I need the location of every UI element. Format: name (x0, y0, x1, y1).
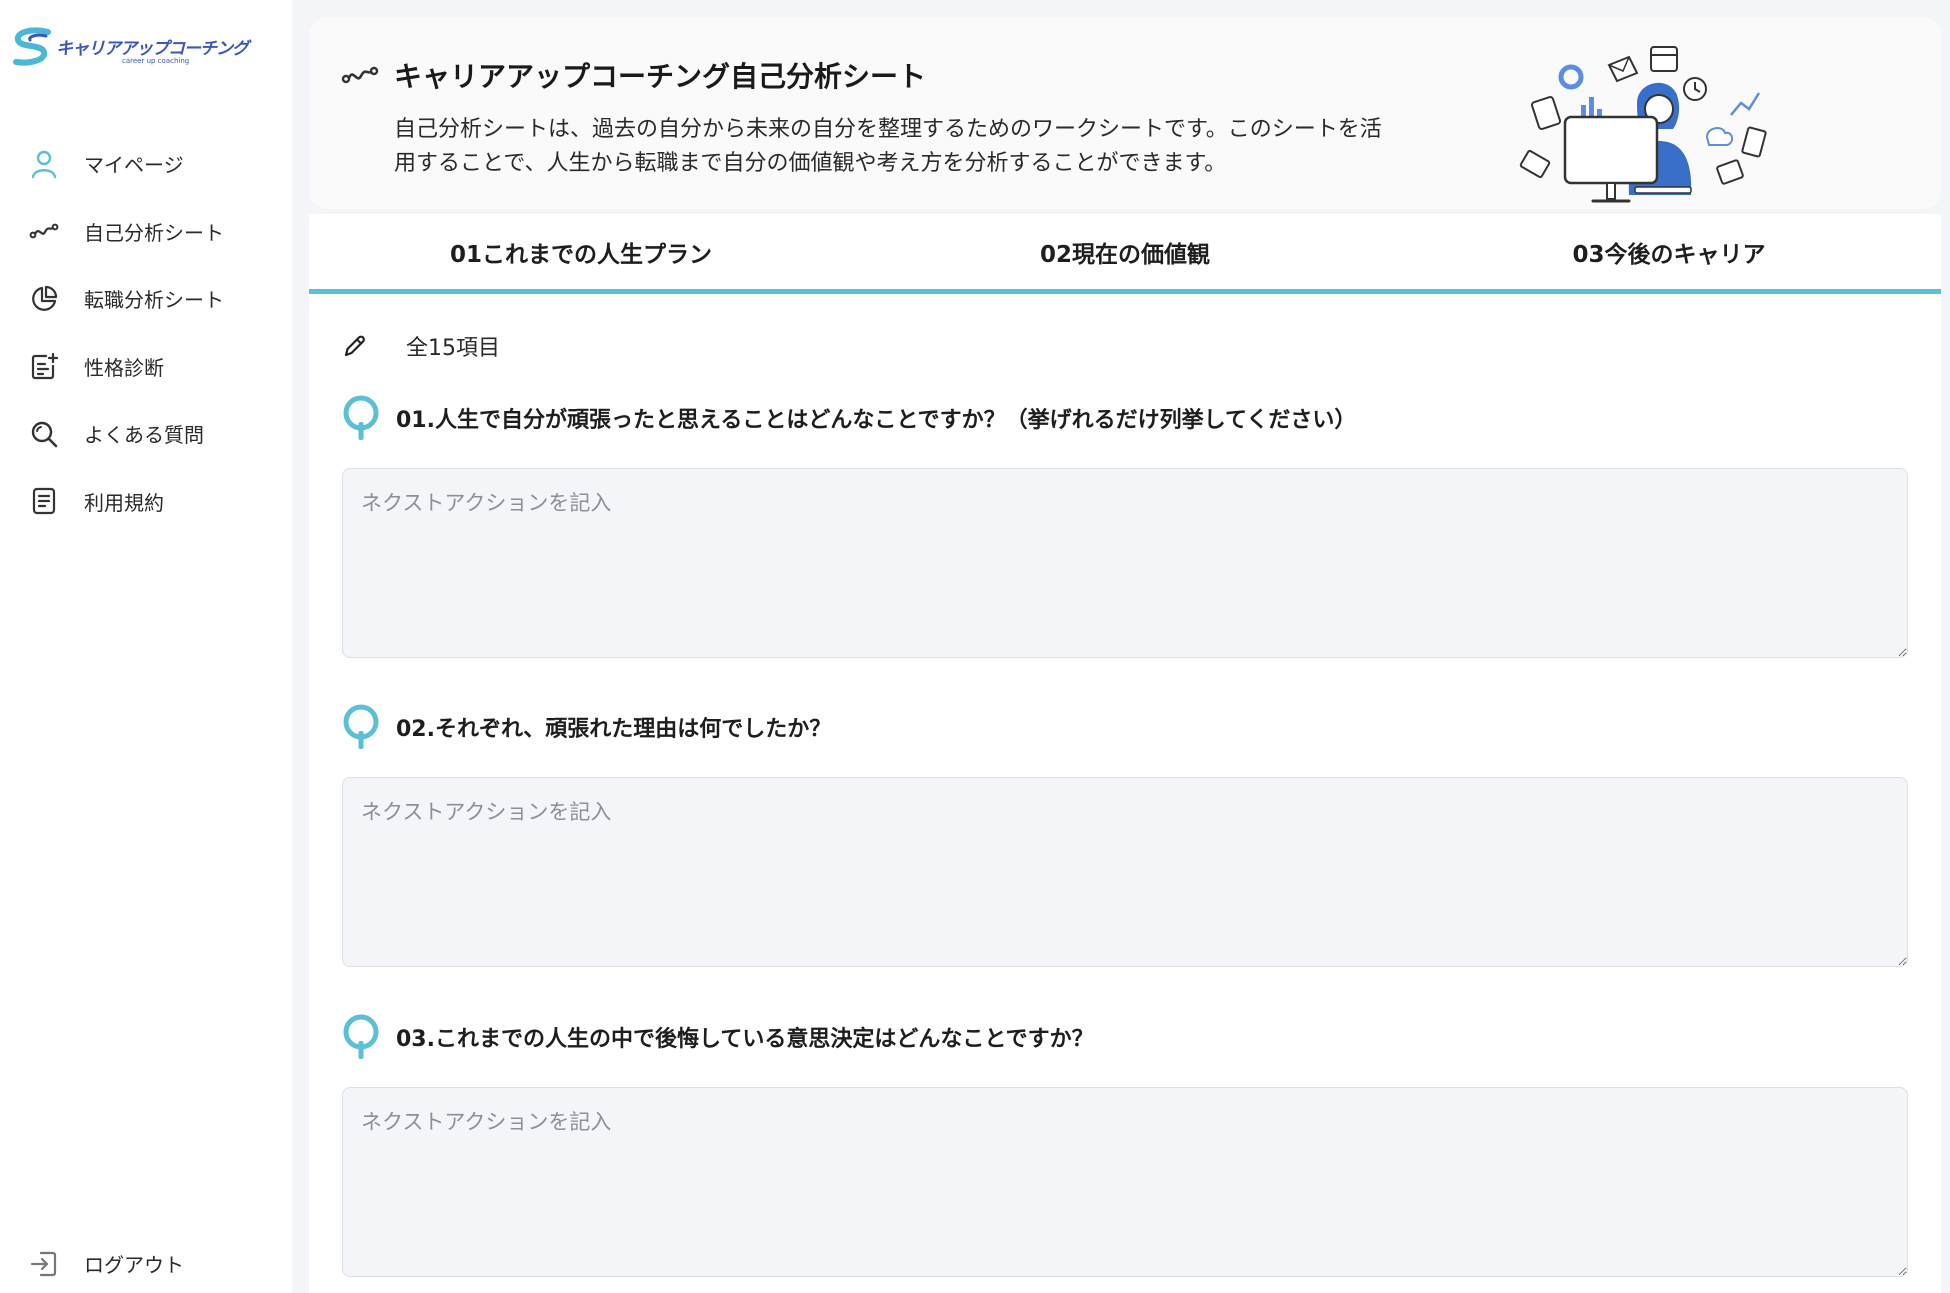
q-marker-icon (343, 1014, 379, 1059)
sidebar-item-label: よくある質問 (84, 423, 204, 448)
sidebar-item-terms[interactable]: 利用規約 (0, 468, 292, 536)
question-text: 01.人生で自分が頑張ったと思えることはどんなことですか？（挙げれるだけ列挙して… (396, 408, 1357, 433)
logo-subtext: career up coaching (122, 57, 190, 65)
sidebar-nav: マイページ 自己分析シート 転職分析シート 性格診断 よくある質問 利用規約 (0, 130, 292, 535)
sidebar-item-personality-test[interactable]: 性格診断 (0, 333, 292, 401)
question-header: 01.人生で自分が頑張ったと思えることはどんなことですか？（挙げれるだけ列挙して… (342, 394, 1908, 442)
woman-at-computer-illustration-icon (1519, 46, 1767, 203)
q-marker-icon (343, 704, 379, 749)
logout-area: ログアウト (0, 1230, 292, 1293)
main-panel: 01これまでの人生プラン 02現在の価値観 03今後のキャリア 全15項目 01… (309, 214, 1941, 1293)
logo-text: キャリアアップコーチング (56, 39, 249, 59)
question-item: 03.これまでの人生の中で後悔している意思決定はどんなことですか？ (342, 1013, 1908, 1277)
answer-textarea[interactable] (342, 777, 1908, 967)
sidebar-item-mypage[interactable]: マイページ (0, 130, 292, 198)
sidebar-item-label: 利用規約 (84, 490, 164, 515)
question-text: 02.それぞれ、頑張れた理由は何でしたか？ (396, 717, 832, 742)
header-illustration (1509, 25, 1789, 205)
search-icon (28, 418, 60, 450)
item-count-row: 全15項目 (342, 330, 500, 362)
tab-bar: 01これまでの人生プラン 02現在の価値観 03今後のキャリア (309, 214, 1941, 294)
sidebar-item-label: 自己分析シート (84, 220, 224, 245)
pencil-icon (344, 335, 365, 357)
header-card: キャリアアップコーチング自己分析シート 自己分析シートは、過去の自分から未来の自… (309, 17, 1941, 209)
answer-textarea[interactable] (342, 1087, 1908, 1277)
q-marker-icon (343, 395, 379, 440)
sidebar-item-job-change-analysis[interactable]: 転職分析シート (0, 265, 292, 333)
sidebar-item-label: 転職分析シート (84, 288, 224, 313)
brand-logo[interactable]: キャリアアップコーチング career up coaching (10, 26, 270, 70)
question-item: 02.それぞれ、頑張れた理由は何でしたか？ (342, 703, 1908, 967)
tab-future-career[interactable]: 03今後のキャリア (1397, 214, 1941, 289)
question-text: 03.これまでの人生の中で後悔している意思決定はどんなことですか？ (396, 1027, 1094, 1052)
answer-textarea[interactable] (342, 468, 1908, 658)
wave-icon (28, 215, 60, 247)
question-item: 01.人生で自分が頑張ったと思えることはどんなことですか？（挙げれるだけ列挙して… (342, 394, 1908, 658)
sidebar-item-label: マイページ (84, 153, 184, 178)
user-icon (28, 148, 60, 180)
logout-icon (28, 1248, 60, 1280)
item-count: 全15項目 (406, 336, 500, 361)
logout-label: ログアウト (84, 1253, 184, 1278)
tab-life-plan[interactable]: 01これまでの人生プラン (309, 214, 853, 289)
sidebar-item-faq[interactable]: よくある質問 (0, 400, 292, 468)
logout-button[interactable]: ログアウト (0, 1230, 292, 1293)
page-description: 自己分析シートは、過去の自分から未来の自分を整理するためのワークシートです。この… (394, 117, 1382, 176)
clipboard-plus-icon (28, 350, 60, 382)
pie-chart-icon (28, 283, 60, 315)
document-icon (28, 485, 60, 517)
tab-current-values[interactable]: 02現在の価値観 (853, 214, 1397, 289)
sidebar-item-self-analysis[interactable]: 自己分析シート (0, 198, 292, 266)
page-title: キャリアアップコーチング自己分析シート (394, 60, 927, 93)
wave-icon (341, 66, 379, 84)
question-header: 03.これまでの人生の中で後悔している意思決定はどんなことですか？ (342, 1013, 1908, 1061)
sidebar: キャリアアップコーチング career up coaching マイページ 自己… (0, 0, 292, 1293)
question-header: 02.それぞれ、頑張れた理由は何でしたか？ (342, 703, 1908, 751)
sidebar-item-label: 性格診断 (84, 355, 164, 380)
